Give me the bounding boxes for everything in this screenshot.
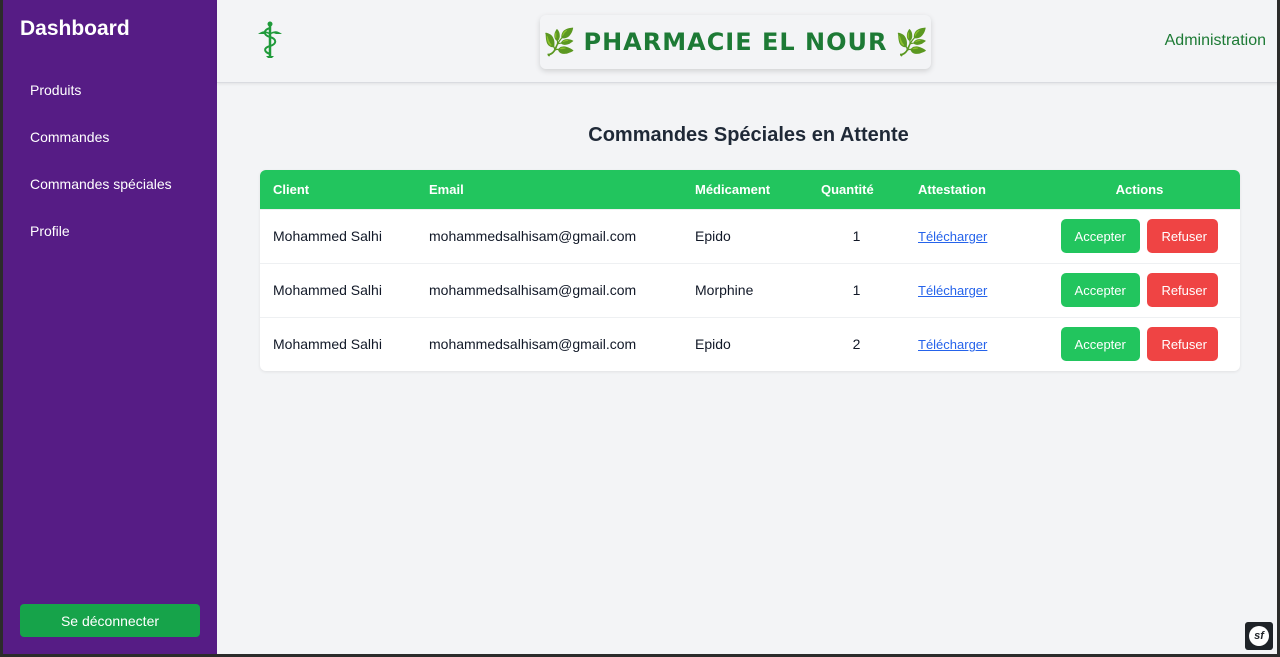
pharmacy-title-box: 🌿 PHARMACIE EL NOUR 🌿 (540, 15, 931, 69)
header-client: Client (273, 181, 310, 197)
sidebar: Dashboard Produits Commandes Commandes s… (3, 0, 217, 654)
logout-button[interactable]: Se déconnecter (20, 604, 200, 637)
table-header-row: Client Email Médicament Quantité Attesta… (260, 170, 1240, 209)
symfony-icon: sf (1249, 626, 1269, 646)
pharmacy-name: PHARMACIE EL NOUR (583, 28, 888, 56)
accept-button[interactable]: Accepter (1060, 219, 1140, 253)
leaf-right-icon: 🌿 (895, 27, 928, 57)
cell-actions: Accepter Refuser (1039, 317, 1240, 371)
cell-client: Mohammed Salhi (273, 282, 382, 298)
cell-actions: Accepter Refuser (1039, 209, 1240, 263)
download-attestation-link[interactable]: Télécharger (918, 337, 987, 352)
cell-actions: Accepter Refuser (1039, 263, 1240, 317)
cell-client: Mohammed Salhi (273, 228, 382, 244)
refuse-button[interactable]: Refuser (1147, 273, 1219, 307)
page-title: Commandes Spéciales en Attente (588, 124, 909, 146)
special-orders-table: Client Email Médicament Quantité Attesta… (260, 170, 1240, 371)
table-row: Mohammed Salhi mohammedsalhisam@gmail.co… (260, 209, 1240, 263)
cell-quantite: 1 (852, 282, 861, 298)
header-attestation: Attestation (918, 181, 986, 197)
header-email: Email (429, 181, 464, 197)
sidebar-nav: Produits Commandes Commandes spéciales P… (30, 79, 172, 267)
cell-quantite: 2 (852, 336, 861, 353)
header-medicament: Médicament (695, 181, 771, 197)
cell-medicament: Morphine (695, 282, 754, 298)
sidebar-brand: Dashboard (20, 17, 130, 40)
cell-email: mohammedsalhisam@gmail.com (429, 336, 637, 353)
cell-attestation: Télécharger (905, 263, 1039, 317)
sidebar-item-commandes-speciales[interactable]: Commandes spéciales (30, 173, 172, 220)
caduceus-icon (252, 20, 288, 65)
refuse-button[interactable]: Refuser (1147, 327, 1219, 362)
app-frame: Dashboard Produits Commandes Commandes s… (0, 0, 1280, 657)
refuse-button[interactable]: Refuser (1147, 219, 1219, 253)
download-attestation-link[interactable]: Télécharger (918, 283, 987, 298)
cell-medicament: Epido (695, 336, 731, 353)
symfony-debug-badge[interactable]: sf (1245, 622, 1273, 650)
sidebar-item-profile[interactable]: Profile (30, 220, 172, 267)
header-quantite: Quantité (821, 181, 874, 197)
top-header: 🌿 PHARMACIE EL NOUR 🌿 Administration (217, 0, 1277, 83)
table-row: Mohammed Salhi mohammedsalhisam@gmail.co… (260, 317, 1240, 371)
cell-email: mohammedsalhisam@gmail.com (429, 282, 637, 298)
accept-button[interactable]: Accepter (1060, 273, 1140, 307)
cell-client: Mohammed Salhi (273, 336, 382, 353)
cell-medicament: Epido (695, 228, 731, 244)
cell-email: mohammedsalhisam@gmail.com (429, 228, 637, 244)
leaf-left-icon: 🌿 (543, 27, 576, 57)
sidebar-item-produits[interactable]: Produits (30, 79, 172, 126)
sidebar-item-commandes[interactable]: Commandes (30, 126, 172, 173)
header-actions: Actions (1115, 181, 1164, 197)
table-row: Mohammed Salhi mohammedsalhisam@gmail.co… (260, 263, 1240, 317)
cell-quantite: 1 (852, 228, 861, 244)
download-attestation-link[interactable]: Télécharger (918, 229, 987, 244)
cell-attestation: Télécharger (905, 209, 1039, 263)
cell-attestation: Télécharger (905, 317, 1039, 371)
administration-link[interactable]: Administration (1165, 32, 1266, 50)
accept-button[interactable]: Accepter (1060, 327, 1140, 362)
